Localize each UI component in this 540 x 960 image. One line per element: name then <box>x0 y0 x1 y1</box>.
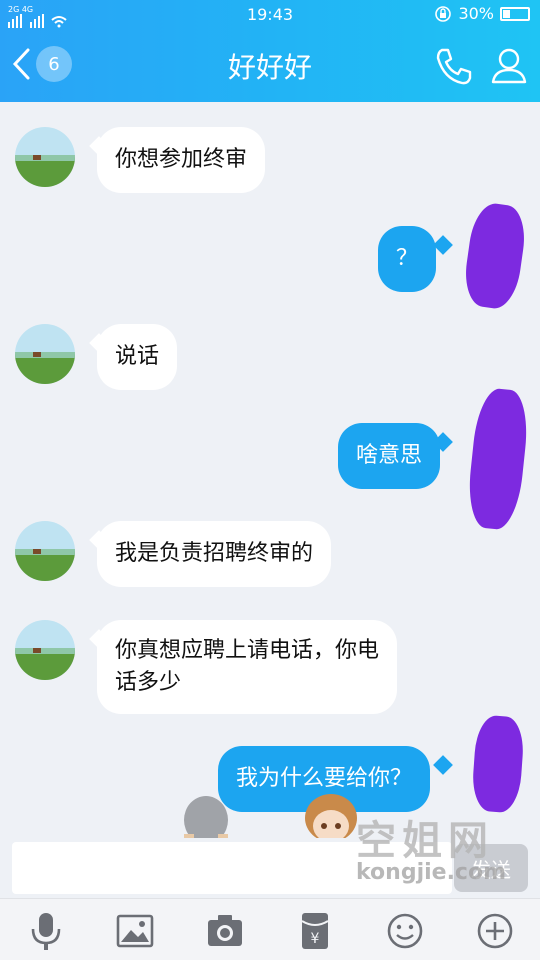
contact-avatar[interactable] <box>15 521 75 581</box>
mic-icon[interactable] <box>26 911 66 951</box>
chat-header: 2G 4G 19:43 30% 6 好好好 <box>0 0 540 102</box>
svg-text:¥: ¥ <box>311 931 320 947</box>
red-packet-icon[interactable]: ¥ <box>295 911 335 951</box>
redaction-scribble <box>461 200 529 312</box>
redaction-scribble <box>470 714 526 814</box>
incoming-message[interactable]: 你真想应聘上请电话，你电 话多少 <box>97 620 398 714</box>
message-text: 我是负责招聘终审的 <box>115 541 314 566</box>
message-text: 啥意思 <box>356 443 423 468</box>
plus-icon[interactable] <box>475 911 515 951</box>
input-toolbar: ¥ <box>0 898 540 960</box>
emoji-icon[interactable] <box>385 911 425 951</box>
battery-indicator: 30% <box>434 4 530 23</box>
battery-icon <box>500 6 530 21</box>
image-icon[interactable] <box>115 911 155 951</box>
incoming-message[interactable]: 你想参加终审 <box>97 127 266 193</box>
redaction-scribble <box>464 386 532 532</box>
watermark-url: kongjie.com <box>356 860 507 885</box>
incoming-message[interactable]: 说话 <box>97 324 178 390</box>
message-text-line: 你真想应聘上请电话，你电 <box>115 638 380 663</box>
message-text: 说话 <box>115 344 160 369</box>
contact-avatar[interactable] <box>15 620 75 680</box>
profile-icon[interactable] <box>490 46 528 86</box>
watermark-logo: 空姐网 <box>356 818 494 864</box>
rotation-lock-icon <box>435 5 452 22</box>
phone-icon[interactable] <box>434 46 474 86</box>
battery-percent: 30% <box>458 4 494 23</box>
peeking-girl-sticker <box>305 794 357 842</box>
incoming-message[interactable]: 我是负责招聘终审的 <box>97 521 332 587</box>
message-text: 你想参加终审 <box>115 147 248 172</box>
message-text-line: 话多少 <box>115 670 182 695</box>
message-text: ？ <box>396 246 419 271</box>
status-bar: 2G 4G 19:43 30% <box>0 0 540 30</box>
camera-icon[interactable] <box>205 911 245 951</box>
message-text: 我为什么要给你？ <box>236 766 413 791</box>
contact-avatar[interactable] <box>15 127 75 187</box>
outgoing-message[interactable]: 啥意思 <box>338 423 441 489</box>
outgoing-message[interactable]: ？ <box>378 226 437 292</box>
contact-avatar[interactable] <box>15 324 75 384</box>
peeking-character-sticker <box>184 796 228 842</box>
